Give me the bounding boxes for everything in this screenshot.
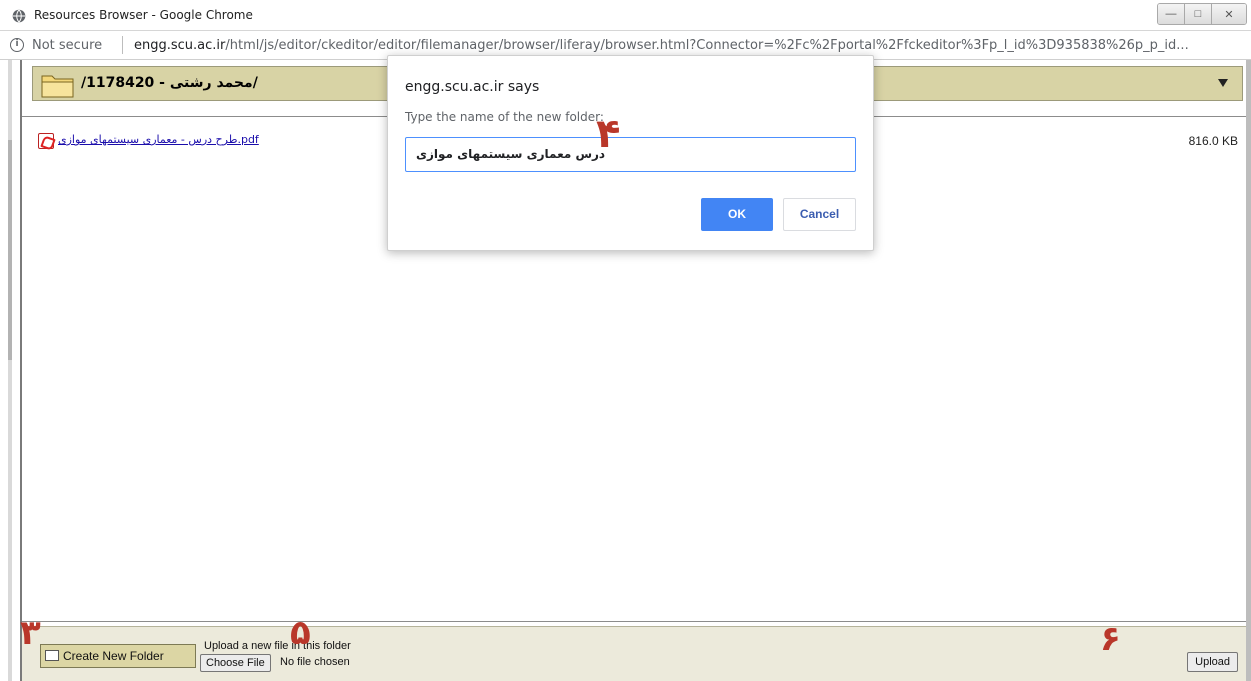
folder-icon [41, 75, 74, 98]
file-size: 816.0 KB [1188, 134, 1238, 148]
folder-name-input[interactable]: درس معماری سیستمهای موازی [405, 137, 856, 172]
annotation-step-6: ۶ [1100, 619, 1121, 659]
divider [22, 621, 1246, 622]
close-icon[interactable]: ✕ [1212, 4, 1246, 24]
pdf-icon [38, 133, 54, 149]
folder-icon [45, 650, 59, 661]
no-file-label: No file chosen [280, 656, 350, 668]
frame-divider [20, 60, 22, 681]
upload-button[interactable]: Upload [1187, 652, 1238, 672]
security-label[interactable]: Not secure [32, 38, 102, 53]
file-link[interactable]: طرح درس - معماری سیستمهای موازی.pdf [58, 133, 259, 146]
folder-path: /1178420 - محمد رشتی/ [81, 75, 258, 91]
left-scrollbar[interactable] [0, 60, 20, 681]
annotation-step-3: ۳ [20, 613, 41, 653]
cancel-button[interactable]: Cancel [783, 198, 856, 231]
window-controls: — □ ✕ [1157, 3, 1247, 25]
url-host: engg.scu.ac.ir [134, 38, 226, 53]
dialog-message: Type the name of the new folder: [405, 110, 604, 124]
create-folder-button[interactable]: Create New Folder [40, 644, 196, 668]
window-titlebar: Resources Browser - Google Chrome — □ ✕ [0, 0, 1251, 31]
annotation-step-5: ۵ [290, 613, 311, 653]
scrollbar-thumb[interactable] [8, 140, 12, 360]
window-title: Resources Browser - Google Chrome [34, 8, 253, 22]
dropdown-arrow-icon[interactable] [1218, 79, 1228, 87]
create-folder-label: Create New Folder [63, 649, 164, 663]
prompt-dialog: engg.scu.ac.ir says Type the name of the… [387, 55, 874, 251]
ok-button[interactable]: OK [701, 198, 773, 231]
restore-icon[interactable]: □ [1185, 4, 1212, 24]
info-icon[interactable]: i [10, 38, 24, 52]
minimize-icon[interactable]: — [1158, 4, 1185, 24]
bottom-toolbar: Create New Folder Upload a new file in t… [22, 626, 1246, 681]
choose-file-button[interactable]: Choose File [200, 654, 271, 672]
url-path: /html/js/editor/ckeditor/editor/filemana… [225, 38, 1189, 53]
url-text[interactable]: engg.scu.ac.ir/html/js/editor/ckeditor/e… [134, 38, 1244, 53]
right-border [1246, 60, 1251, 681]
upload-label: Upload a new file in this folder [204, 640, 351, 652]
chrome-globe-icon [12, 9, 26, 23]
annotation-step-4: ۴ [596, 111, 621, 157]
address-separator [122, 36, 123, 54]
dialog-title: engg.scu.ac.ir says [405, 79, 540, 95]
